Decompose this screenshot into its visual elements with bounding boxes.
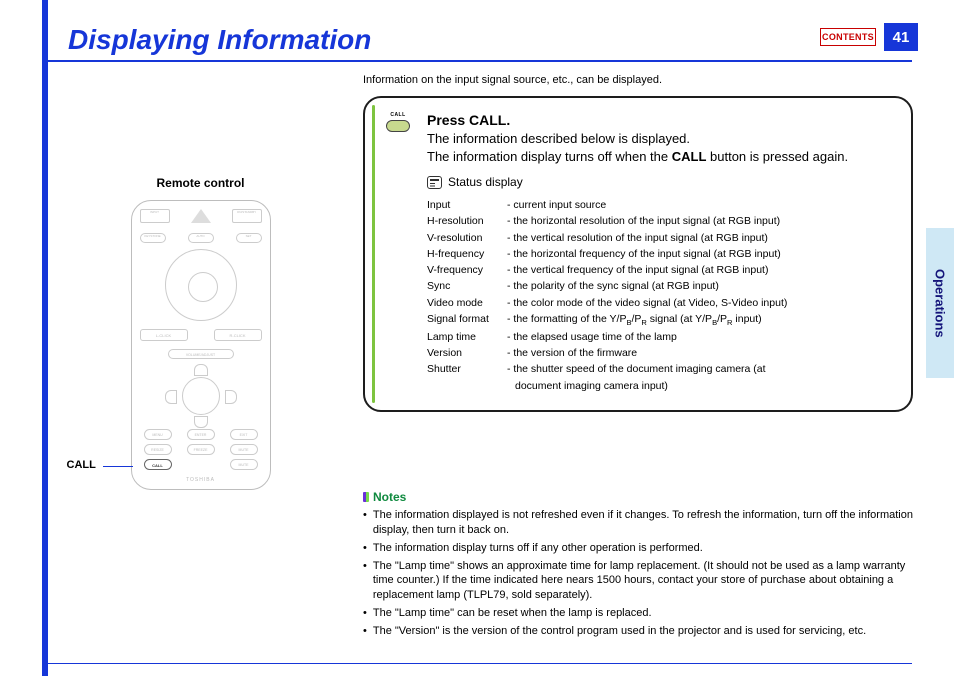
status-key: Lamp time (427, 329, 507, 345)
remote-control-diagram: INPUT ON/STANDBY KEYSTONE AUTO SET L-CLI… (111, 200, 291, 490)
remote-brand: TOSHIBA (132, 477, 270, 483)
notes-section: Notes The information displayed is not r… (363, 490, 913, 642)
status-value: - the horizontal frequency of the input … (507, 246, 781, 262)
title-bar: Displaying Information (42, 18, 912, 62)
status-value: - the shutter speed of the document imag… (507, 361, 766, 394)
section-tab-label: Operations (933, 269, 948, 338)
status-value: - the color mode of the video signal (at… (507, 295, 787, 311)
remote-auto-button: AUTO (188, 233, 214, 243)
remote-rclick-button: R-CLICK (214, 329, 262, 341)
remote-mute2-button: MUTE (230, 459, 258, 470)
remote-freeze-button: FREEZE (187, 444, 215, 455)
call-callout-line (103, 466, 133, 467)
status-display-row: Status display (427, 175, 893, 189)
note-item: The information displayed is not refresh… (363, 508, 913, 538)
notes-icon (363, 492, 369, 502)
remote-volume-button: VOLUME/ADJUST (168, 349, 234, 359)
status-key: H-resolution (427, 213, 507, 229)
status-value: - the horizontal resolution of the input… (507, 213, 780, 229)
page-bottom-bar (42, 663, 912, 664)
note-item: The "Version" is the version of the cont… (363, 624, 913, 639)
remote-dpad (169, 366, 233, 426)
remote-set-button: SET (236, 233, 262, 243)
status-value: - the formatting of the Y/PB/PR signal (… (507, 311, 762, 329)
status-row: V-resolution- the vertical resolution of… (427, 230, 893, 246)
status-row: Shutter- the shutter speed of the docume… (427, 361, 893, 394)
remote-menu-button: MENU (144, 429, 172, 440)
contents-button[interactable]: CONTENTS (820, 28, 876, 46)
status-key: Shutter (427, 361, 507, 394)
page-title: Displaying Information (42, 18, 912, 60)
page-number: 41 (884, 23, 918, 51)
status-key: Video mode (427, 295, 507, 311)
info-box: CALL Press CALL. The information describ… (363, 96, 913, 412)
remote-resize-button: RESIZE (144, 444, 172, 455)
status-row: Input- current input source (427, 197, 893, 213)
remote-call-button: CALL (144, 459, 172, 470)
notes-list: The information displayed is not refresh… (363, 508, 913, 639)
status-display-icon (427, 176, 442, 189)
status-key: Sync (427, 278, 507, 294)
call-button-icon: CALL (383, 112, 413, 132)
status-key: Version (427, 345, 507, 361)
status-key: V-resolution (427, 230, 507, 246)
notes-heading: Notes (373, 490, 406, 504)
status-value: - the vertical resolution of the input s… (507, 230, 768, 246)
status-table: Input- current input sourceH-resolution-… (427, 197, 893, 394)
status-row: H-resolution- the horizontal resolution … (427, 213, 893, 229)
status-row: Sync- the polarity of the sync signal (a… (427, 278, 893, 294)
remote-standby-button: ON/STANDBY (232, 209, 262, 223)
status-row: Version- the version of the firmware (427, 345, 893, 361)
section-tab: Operations (926, 228, 954, 378)
status-display-label: Status display (448, 175, 523, 189)
remote-column: Remote control INPUT ON/STANDBY KEYSTONE… (58, 176, 343, 490)
remote-enter-button: ENTER (187, 429, 215, 440)
status-key: H-frequency (427, 246, 507, 262)
status-row: Signal format- the formatting of the Y/P… (427, 311, 893, 329)
note-item: The information display turns off if any… (363, 541, 913, 556)
remote-control-label: Remote control (58, 176, 343, 190)
page-left-bar (42, 0, 48, 676)
remote-body: INPUT ON/STANDBY KEYSTONE AUTO SET L-CLI… (131, 200, 271, 490)
status-value: - current input source (507, 197, 606, 213)
remote-laser-button (189, 209, 213, 229)
status-value: - the vertical frequency of the input si… (507, 262, 768, 278)
status-row: Lamp time- the elapsed usage time of the… (427, 329, 893, 345)
call-callout-label: CALL (67, 459, 96, 471)
remote-keystone-button: KEYSTONE (140, 233, 166, 243)
press-call-desc1: The information described below is displ… (427, 130, 848, 148)
status-value: - the polarity of the sync signal (at RG… (507, 278, 719, 294)
status-row: H-frequency- the horizontal frequency of… (427, 246, 893, 262)
press-call-heading: Press CALL. (427, 112, 848, 128)
status-row: V-frequency- the vertical frequency of t… (427, 262, 893, 278)
status-value: - the elapsed usage time of the lamp (507, 329, 677, 345)
status-value: - the version of the firmware (507, 345, 637, 361)
status-row: Video mode- the color mode of the video … (427, 295, 893, 311)
press-call-text: Press CALL. The information described be… (427, 112, 848, 165)
remote-exit-button: EXIT (230, 429, 258, 440)
remote-input-button: INPUT (140, 209, 170, 223)
status-key: V-frequency (427, 262, 507, 278)
remote-joystick (165, 249, 237, 321)
note-item: The "Lamp time" can be reset when the la… (363, 606, 913, 621)
note-item: The "Lamp time" shows an approximate tim… (363, 559, 913, 604)
remote-lclick-button: L-CLICK (140, 329, 188, 341)
press-call-desc2: The information display turns off when t… (427, 148, 848, 166)
intro-text: Information on the input signal source, … (363, 74, 662, 86)
status-key: Input (427, 197, 507, 213)
status-key: Signal format (427, 311, 507, 329)
remote-mute-button: MUTE (230, 444, 258, 455)
